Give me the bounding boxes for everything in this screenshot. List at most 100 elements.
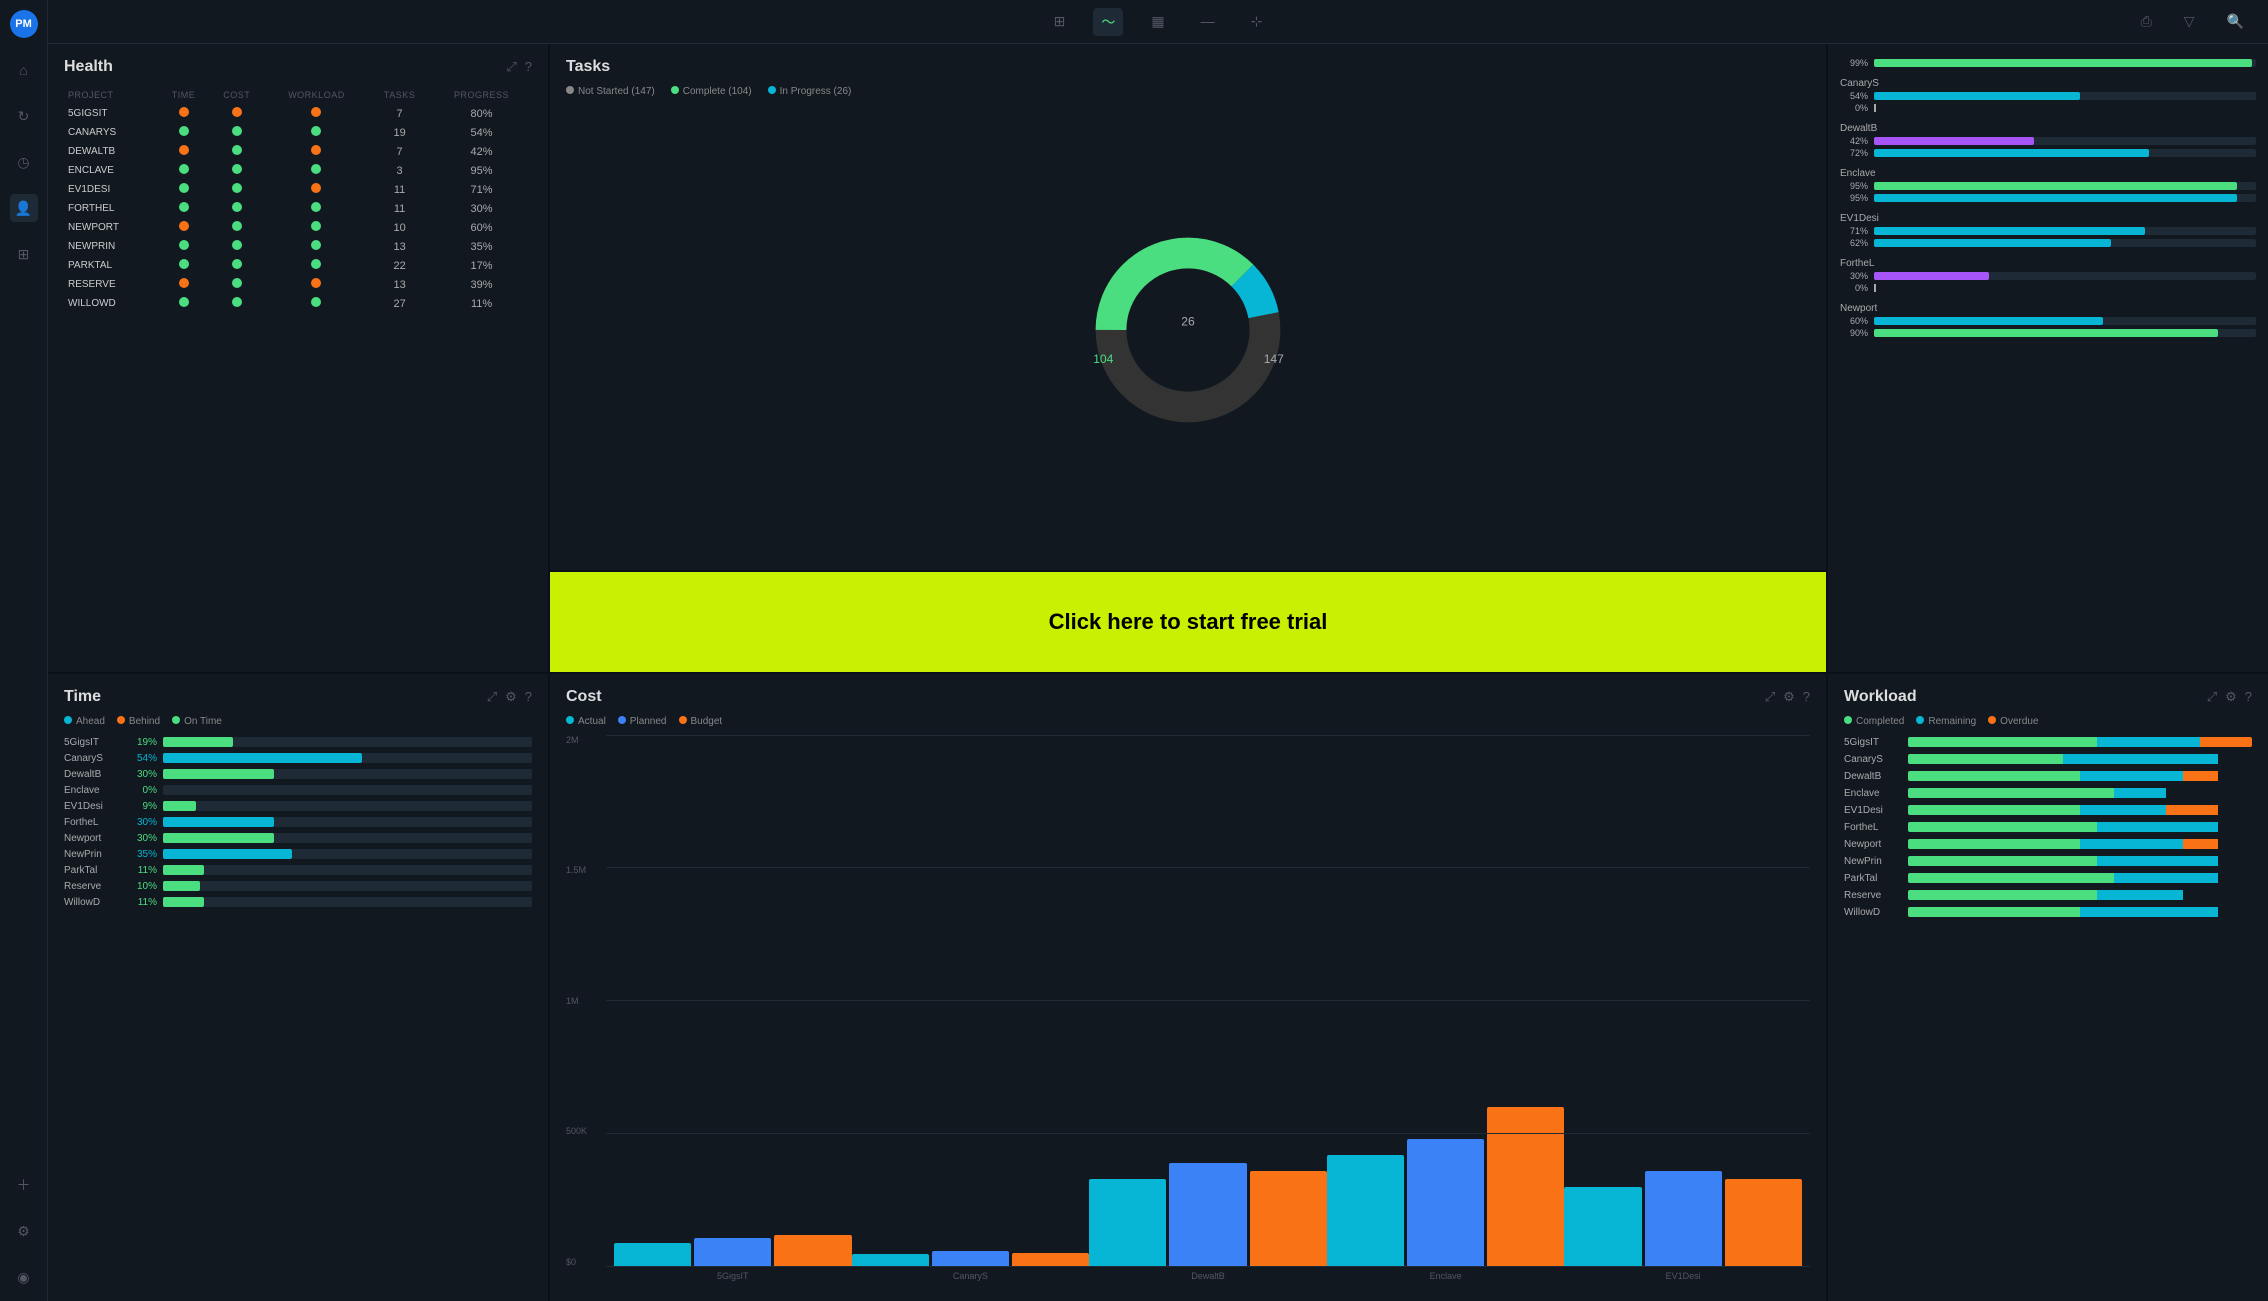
progress-row: Newport 60% 90% xyxy=(1840,303,2256,338)
workload-bar xyxy=(1908,873,2252,883)
cost-expand-icon[interactable]: ⤢ xyxy=(1765,689,1775,705)
progress-bar-fill1 xyxy=(1874,59,2252,67)
health-cost-cell xyxy=(209,199,265,218)
time-expand-icon[interactable]: ⤢ xyxy=(487,689,497,705)
topnav-icon-link[interactable]: ⎯⎯ xyxy=(1193,9,1223,34)
health-progress-cell: 17% xyxy=(431,256,532,275)
health-time-cell xyxy=(158,161,208,180)
cost-bar-group xyxy=(1564,1171,1802,1267)
time-bar-bg xyxy=(163,753,532,763)
donut-chart: 26 104 147 xyxy=(1078,220,1298,440)
time-help-icon[interactable]: ? xyxy=(525,689,532,705)
progress-bar-row1: 99% xyxy=(1840,58,2256,68)
progress-label: DewaltB xyxy=(1840,123,2256,134)
health-tasks-cell: 7 xyxy=(368,142,431,161)
time-title: Time xyxy=(64,688,101,706)
sidebar-icon-settings[interactable]: ⚙ xyxy=(10,1217,38,1245)
workload-expand-icon[interactable]: ⤢ xyxy=(2207,689,2217,705)
progress-bar-fill1 xyxy=(1874,317,2103,325)
cost-bar-budget xyxy=(1012,1253,1089,1267)
cost-legend-planned: Planned xyxy=(618,716,667,727)
health-table-row: CANARYS 19 54% xyxy=(64,123,532,142)
workload-gear-icon[interactable]: ⚙ xyxy=(2225,689,2237,705)
workload-bar xyxy=(1908,890,2252,900)
workload-completed-bar xyxy=(1908,737,2097,747)
sidebar-icon-user[interactable]: ◉ xyxy=(10,1263,38,1291)
app-logo[interactable]: PM xyxy=(10,10,38,38)
cost-y-1_5m: 1.5M xyxy=(566,865,606,875)
topnav-icon-search[interactable]: 🔍 xyxy=(2219,9,2252,34)
workload-remaining-bar xyxy=(2097,737,2200,747)
time-row-label: Enclave xyxy=(64,785,119,796)
workload-completed-bar xyxy=(1908,754,2063,764)
health-table-row: NEWPORT 10 60% xyxy=(64,218,532,237)
workload-row: Reserve xyxy=(1844,890,2252,901)
health-expand-icon[interactable]: ⤢ xyxy=(506,59,516,75)
progress-bar-row2: 62% xyxy=(1840,238,2256,248)
progress-bar-bg1 xyxy=(1874,182,2256,190)
topnav-icon-table[interactable]: ▦ xyxy=(1143,9,1172,34)
col-workload: WORKLOAD xyxy=(265,86,368,104)
workload-remaining-bar xyxy=(2080,805,2166,815)
workload-bar xyxy=(1908,822,2252,832)
progress-bar-bg2 xyxy=(1874,329,2256,337)
time-row-pct: 54% xyxy=(125,753,157,764)
workload-row-label: WillowD xyxy=(1844,907,1902,918)
topnav-right: ⎙ ▽ 🔍 xyxy=(2133,9,2252,34)
progress-label: CanaryS xyxy=(1840,78,2256,89)
progress-row: CanaryS 54% 0% xyxy=(1840,78,2256,113)
cost-gear-icon[interactable]: ⚙ xyxy=(1783,689,1795,705)
time-row-pct: 30% xyxy=(125,833,157,844)
workload-rows: 5GigsIT CanaryS DewaltB Enclave EV1Desi xyxy=(1844,737,2252,924)
sidebar-icon-home[interactable]: ⌂ xyxy=(10,56,38,84)
workload-actions: ⤢ ⚙ ? xyxy=(2207,689,2252,705)
topnav-icon-filterright[interactable]: ▽ xyxy=(2176,9,2203,34)
time-row: WillowD 11% xyxy=(64,897,532,908)
time-bar-fill xyxy=(163,833,274,843)
cost-help-icon[interactable]: ? xyxy=(1803,689,1810,705)
workload-remaining-bar xyxy=(2080,839,2183,849)
workload-overdue-bar xyxy=(2183,771,2217,781)
workload-row: 5GigsIT xyxy=(1844,737,2252,748)
progress-bar-bg2 xyxy=(1874,194,2256,202)
time-row-label: Newport xyxy=(64,833,119,844)
time-gear-icon[interactable]: ⚙ xyxy=(505,689,517,705)
sidebar-icon-add[interactable]: ＋ xyxy=(10,1171,38,1199)
time-legend-ahead: Ahead xyxy=(64,716,105,727)
topnav-icon-hierarchy[interactable]: ⊹ xyxy=(1243,9,1271,34)
sidebar-icon-clock[interactable]: ◷ xyxy=(10,148,38,176)
workload-remaining-bar xyxy=(2097,890,2183,900)
health-cost-cell xyxy=(209,218,265,237)
cost-legend: Actual Planned Budget xyxy=(566,716,1810,727)
topnav-icon-print[interactable]: ⎙ xyxy=(2133,9,2160,34)
topnav-icon-chart[interactable]: 〜 xyxy=(1093,8,1123,36)
progress-bar-row1: 71% xyxy=(1840,226,2256,236)
free-trial-banner[interactable]: Click here to start free trial xyxy=(550,572,1826,672)
health-table-row: RESERVE 13 39% xyxy=(64,275,532,294)
time-row-pct: 19% xyxy=(125,737,157,748)
cost-x-label: CanaryS xyxy=(852,1267,1090,1287)
workload-completed-bar xyxy=(1908,856,2097,866)
sidebar-icon-users[interactable]: 👤 xyxy=(10,194,38,222)
sidebar-icon-briefcase[interactable]: ⊞ xyxy=(10,240,38,268)
cost-bar-actual xyxy=(614,1243,691,1267)
progress-bar-row2: 72% xyxy=(1840,148,2256,158)
health-table-row: ENCLAVE 3 95% xyxy=(64,161,532,180)
progress-pct1: 95% xyxy=(1840,181,1868,191)
health-project-name: DEWALTB xyxy=(64,142,158,161)
topnav-icon-filter[interactable]: ⊞ xyxy=(1046,9,1074,34)
workload-help-icon[interactable]: ? xyxy=(2245,689,2252,705)
health-help-icon[interactable]: ? xyxy=(525,59,532,75)
cost-bar-group xyxy=(614,1235,852,1267)
health-cost-cell xyxy=(209,237,265,256)
health-table-row: WILLOWD 27 11% xyxy=(64,294,532,313)
workload-overdue-bar xyxy=(2200,737,2252,747)
workload-remaining-bar xyxy=(2080,771,2183,781)
health-time-cell xyxy=(158,199,208,218)
workload-header: Workload ⤢ ⚙ ? xyxy=(1844,688,2252,706)
health-cost-cell xyxy=(209,123,265,142)
time-bar-fill xyxy=(163,881,200,891)
progress-bar-bg1 xyxy=(1874,137,2256,145)
workload-bar xyxy=(1908,771,2252,781)
sidebar-icon-refresh[interactable]: ↻ xyxy=(10,102,38,130)
